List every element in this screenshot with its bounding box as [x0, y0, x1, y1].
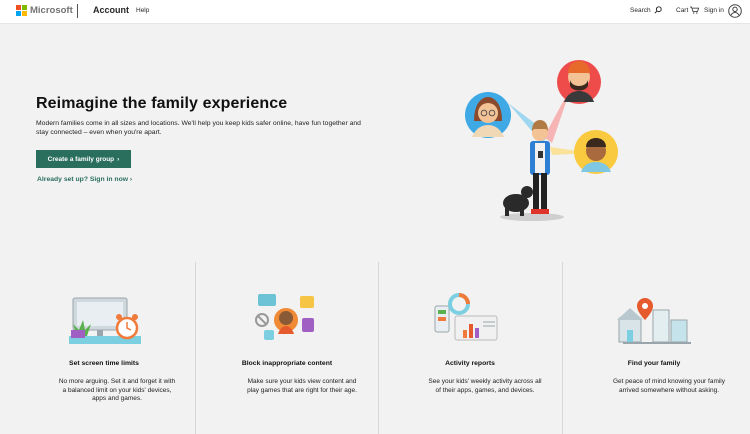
family-hero-illustration — [465, 60, 618, 221]
chevron-right-icon: › — [129, 176, 133, 183]
account-nav-link[interactable]: Account — [93, 5, 129, 15]
create-family-group-label: Create a family group — [47, 155, 115, 163]
feature-title: Activity reports — [445, 360, 495, 367]
feature-card-block-content: Block inappropriate content Make sure yo… — [196, 262, 378, 434]
help-nav-link[interactable]: Help — [136, 7, 149, 14]
feature-description: Get peace of mind knowing your family ar… — [613, 378, 725, 394]
create-family-group-button[interactable]: Create a family group › — [36, 150, 131, 168]
nav-divider — [77, 4, 78, 18]
sign-in-link[interactable]: Sign in — [704, 7, 724, 14]
feature-title: Find your family — [627, 360, 681, 367]
location-illustration-icon — [617, 298, 691, 344]
feature-description: Make sure your kids view content and pla… — [247, 378, 357, 394]
search-icon — [654, 6, 662, 14]
chevron-right-icon: › — [117, 155, 120, 163]
hero-description: Modern families come in all sizes and lo… — [36, 120, 361, 136]
feature-card-find-family: Find your family Get peace of mind knowi… — [563, 262, 745, 434]
feature-description: See your kids' weekly activity across al… — [428, 378, 542, 394]
brand-name[interactable]: Microsoft — [30, 5, 73, 16]
user-avatar-icon[interactable] — [728, 4, 742, 18]
cart-icon — [690, 6, 700, 14]
activity-report-illustration-icon — [434, 293, 498, 341]
search-label: Search — [630, 6, 651, 14]
hero-title: Reimagine the family experience — [36, 95, 288, 112]
screen-time-illustration-icon — [69, 297, 141, 344]
feature-card-screen-time: Set screen time limits No more arguing. … — [13, 262, 195, 434]
feature-description: No more arguing. Set it and forget it wi… — [58, 378, 176, 402]
feature-title: Set screen time limits — [69, 360, 139, 367]
feature-card-activity-reports: Activity reports See your kids' weekly a… — [379, 262, 561, 434]
search-button[interactable]: Search — [630, 6, 662, 14]
feature-title: Block inappropriate content — [241, 360, 333, 367]
cart-button[interactable]: Cart — [676, 6, 700, 14]
cart-label: Cart — [676, 6, 689, 14]
sign-in-now-link[interactable]: Already set up? Sign in now › — [37, 176, 132, 183]
microsoft-logo-icon[interactable] — [16, 5, 27, 16]
sign-in-now-label: Already set up? Sign in now — [37, 176, 129, 183]
content-filter-illustration-icon — [255, 294, 314, 340]
top-nav-bar: Microsoft Account Help Search Cart Sign … — [0, 0, 750, 24]
